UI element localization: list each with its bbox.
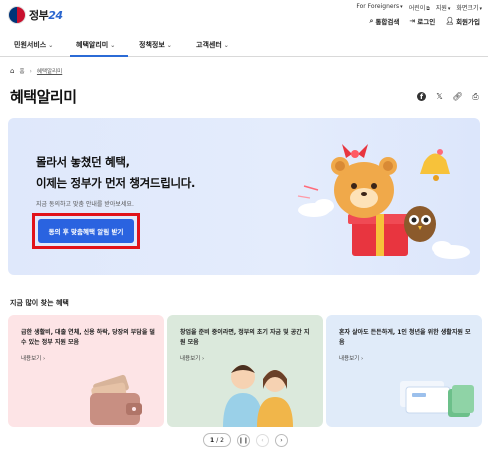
facebook-icon[interactable]: f [417, 92, 426, 101]
benefit-card[interactable]: 창업을 준비 중이라면, 정부의 초기 자금 및 공간 지원 모음 내용보기 › [167, 315, 323, 427]
pause-button[interactable]: ❙❙ [236, 433, 250, 447]
card-title: 혼자 살아도 든든하게, 1인 청년을 위한 생활지원 모음 [339, 329, 471, 346]
nav-customer-center[interactable]: 고객센터 ⌄ [196, 40, 229, 50]
pause-icon: ❙❙ [238, 436, 249, 444]
chevron-down-icon: ⌄ [166, 42, 172, 49]
view-more-link[interactable]: 내용보기 › [339, 354, 363, 362]
wallet-illustration [90, 374, 142, 425]
chevron-right-icon: › [29, 67, 32, 75]
mascot-illustration [297, 144, 470, 259]
founders-illustration [223, 365, 293, 427]
share-tools: f 𝕏 🔗︎ ⎙ [417, 92, 480, 101]
page-indicator: 1/ 2 [203, 433, 231, 447]
chevron-down-icon: ⌄ [223, 42, 229, 49]
card-title: 급한 생활비, 대출 연체, 신용 하락, 당장의 부담을 덜 수 있는 정부 … [21, 329, 155, 346]
for-foreigners-link[interactable]: For Foreigners▾ [356, 3, 402, 12]
login-icon: ⇥ [409, 17, 416, 25]
cards-illustration [400, 381, 474, 417]
nav-civil-service[interactable]: 민원서비스 ⌄ [14, 40, 53, 50]
member-menu: ⌕ 통합검색 ⇥ 로그인 👤︎ 회원가입 [369, 16, 480, 27]
benefit-card[interactable]: 급한 생활비, 대출 연체, 신용 하락, 당장의 부담을 덜 수 있는 정부 … [8, 315, 164, 427]
view-more-link[interactable]: 내용보기 › [180, 354, 204, 362]
breadcrumb-current[interactable]: 혜택알리미 [37, 67, 62, 75]
carousel-pager: 1/ 2 ❙❙ ‹ › [203, 433, 288, 447]
support-link[interactable]: 지원▾ [436, 3, 451, 12]
font-size-link[interactable]: 화면크기▾ [456, 3, 482, 12]
print-icon[interactable]: ⎙ [471, 92, 480, 101]
search-button[interactable]: ⌕ 통합검색 [369, 16, 400, 27]
link-icon[interactable]: 🔗︎ [452, 92, 462, 101]
consent-notification-button[interactable]: 동의 후 맞춤혜택 알림 받기 [38, 219, 134, 243]
benefit-card[interactable]: 혼자 살아도 든든하게, 1인 청년을 위한 생활지원 모음 내용보기 › [326, 315, 482, 427]
card-title: 창업을 준비 중이라면, 정부의 초기 자금 및 공간 지원 모음 [180, 329, 310, 346]
page-title: 혜택알리미 [10, 88, 77, 106]
gov24-logo[interactable]: 정부24 [8, 6, 63, 24]
chevron-right-icon: › [280, 436, 283, 444]
nav-benefit-alert[interactable]: 혜택알리미 ⌄ [76, 40, 115, 50]
breadcrumb-home[interactable]: 홈 [19, 67, 24, 75]
search-icon: ⌕ [369, 16, 374, 25]
hero-headline-1: 몰라서 놓쳤던 혜택, [36, 155, 130, 169]
kids-link[interactable]: 어린이⧉ [409, 3, 430, 12]
chevron-down-icon: ⌄ [110, 42, 116, 49]
home-icon[interactable]: ⌂ [10, 67, 14, 75]
hero-headline-2: 이제는 정부가 먼저 챙겨드립니다. [36, 176, 196, 190]
hero-subtext: 지금 동의하고 맞춤 안내를 받아보세요. [36, 201, 134, 208]
hero-banner: 몰라서 놓쳤던 혜택, 이제는 정부가 먼저 챙겨드립니다. 지금 동의하고 맞… [8, 118, 480, 275]
login-button[interactable]: ⇥ 로그인 [409, 16, 435, 26]
chevron-left-icon: ‹ [261, 436, 264, 444]
utility-menu: For Foreigners▾ 어린이⧉ 지원▾ 화면크기▾ [356, 3, 482, 12]
taegeuk-emblem-icon [8, 6, 26, 24]
main-nav: 민원서비스 ⌄ 혜택알리미 ⌄ 정책정보 ⌄ 고객센터 ⌄ [0, 33, 488, 57]
nav-policy-info[interactable]: 정책정보 ⌄ [139, 40, 172, 50]
user-icon: 👤︎ [445, 17, 455, 25]
view-more-link[interactable]: 내용보기 › [21, 354, 45, 362]
prev-button[interactable]: ‹ [255, 433, 269, 447]
chevron-down-icon: ⌄ [48, 42, 54, 49]
popular-benefits-heading: 지금 많이 찾는 혜택 [10, 299, 69, 307]
top-bar: 정부24 For Foreigners▾ 어린이⧉ 지원▾ 화면크기▾ ⌕ 통합검… [0, 0, 488, 30]
nav-active-indicator [70, 55, 128, 57]
signup-button[interactable]: 👤︎ 회원가입 [445, 16, 480, 26]
next-button[interactable]: › [274, 433, 288, 447]
x-icon[interactable]: 𝕏 [435, 92, 444, 101]
breadcrumb: ⌂ 홈 › 혜택알리미 [10, 67, 62, 75]
